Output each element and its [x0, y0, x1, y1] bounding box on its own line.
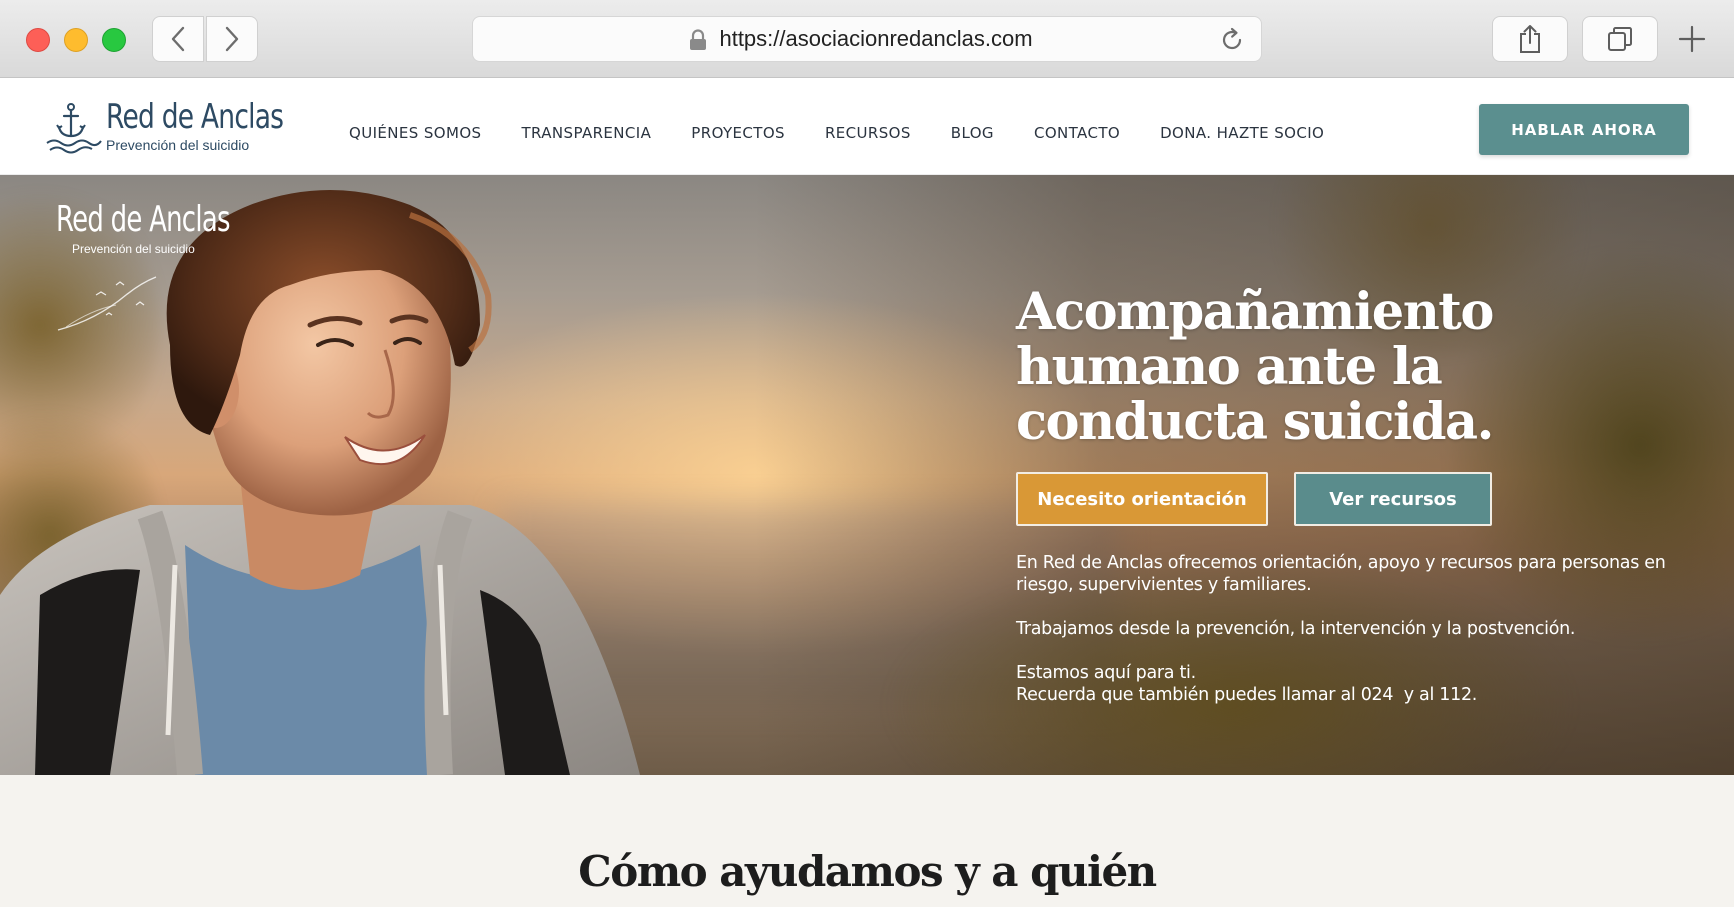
zoom-window-button[interactable]	[102, 28, 126, 52]
toolbar-actions	[1492, 16, 1734, 62]
nav-transparencia[interactable]: TRANSPARENCIA	[521, 124, 651, 142]
logo-title: Red de Anclas	[106, 97, 284, 137]
how-we-help-section: Cómo ayudamos y a quién	[0, 775, 1734, 907]
hero-paragraph-2: Trabajamos desde la prevención, la inter…	[1016, 619, 1576, 639]
section-title: Cómo ayudamos y a quién	[578, 847, 1157, 896]
close-window-button[interactable]	[26, 28, 50, 52]
share-button[interactable]	[1492, 16, 1568, 62]
hero-logo-title: Red de Anclas	[56, 199, 230, 240]
nav-contacto[interactable]: CONTACTO	[1034, 124, 1120, 142]
url-text: https://asociacionredanclas.com	[719, 26, 1033, 51]
chevron-right-icon	[225, 26, 239, 52]
anchor-logo-icon	[46, 103, 102, 154]
reload-icon[interactable]	[1219, 27, 1245, 53]
plus-icon	[1678, 25, 1706, 53]
minimize-window-button[interactable]	[64, 28, 88, 52]
hero-content: Acompañamiento humano ante la conducta s…	[1016, 285, 1676, 728]
nav-dona-hazte-socio[interactable]: DONA. HAZTE SOCIO	[1160, 124, 1324, 142]
site-header: Red de Anclas Prevención del suicidio QU…	[0, 79, 1734, 175]
hero-emergency-numbers: Recuerda que también puedes llamar al 02…	[1016, 685, 1478, 705]
history-nav	[152, 16, 258, 62]
nav-quienes-somos[interactable]: QUIÉNES SOMOS	[349, 124, 481, 142]
hero-title: Acompañamiento humano ante la conducta s…	[1016, 282, 1494, 452]
hero-banner: Red de Anclas Prevención del suicidio Ac…	[0, 175, 1734, 775]
hero-actions: Necesito orientación Ver recursos	[1016, 472, 1676, 526]
browser-toolbar: https://asociacionredanclas.com	[0, 0, 1734, 78]
tabs-overview-button[interactable]	[1582, 16, 1658, 62]
new-tab-button[interactable]	[1672, 16, 1712, 62]
site-logo[interactable]: Red de Anclas Prevención del suicidio	[44, 99, 333, 157]
hero-paragraph-3: Estamos aquí para ti. Recuerda que tambi…	[1016, 662, 1676, 706]
address-bar[interactable]: https://asociacionredanclas.com	[472, 16, 1262, 62]
need-guidance-button[interactable]: Necesito orientación	[1016, 472, 1268, 526]
forward-button[interactable]	[206, 16, 258, 62]
nav-proyectos[interactable]: PROYECTOS	[691, 124, 785, 142]
nav-recursos[interactable]: RECURSOS	[825, 124, 911, 142]
main-navigation: QUIÉNES SOMOS TRANSPARENCIA PROYECTOS RE…	[349, 124, 1364, 142]
hero-paragraph-1: En Red de Anclas ofrecemos orientación, …	[1016, 553, 1666, 595]
view-resources-button[interactable]: Ver recursos	[1294, 472, 1492, 526]
nav-blog[interactable]: BLOG	[951, 124, 994, 142]
hero-logo-subtitle: Prevención del suicidio	[72, 242, 195, 256]
back-button[interactable]	[152, 16, 204, 62]
hero-watermark-logo: Red de Anclas Prevención del suicidio	[56, 199, 297, 256]
window-controls	[26, 28, 126, 52]
hero-support-line: Estamos aquí para ti.	[1016, 663, 1196, 683]
hero-description: En Red de Anclas ofrecemos orientación, …	[1016, 552, 1676, 706]
talk-now-button[interactable]: HABLAR AHORA	[1479, 104, 1689, 155]
lock-icon	[690, 29, 706, 50]
chevron-left-icon	[171, 26, 185, 52]
smiling-young-man-image	[0, 190, 640, 775]
birds-feather-icon	[57, 276, 157, 331]
logo-subtitle: Prevención del suicidio	[106, 137, 250, 153]
share-icon	[1520, 25, 1540, 53]
tabs-icon	[1608, 27, 1632, 51]
